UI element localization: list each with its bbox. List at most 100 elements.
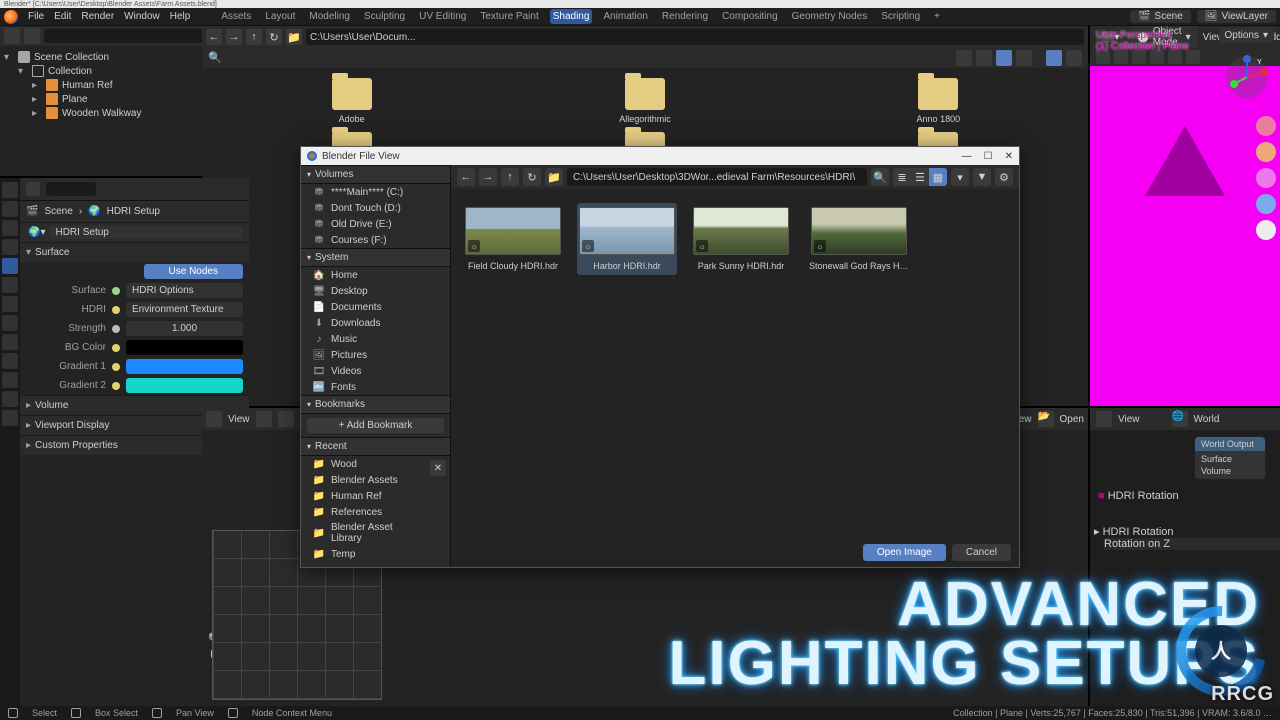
tab-geonodes[interactable]: Geometry Nodes: [789, 9, 871, 24]
ptab-render-icon[interactable]: [2, 182, 18, 198]
property-value[interactable]: HDRI Options: [126, 283, 243, 298]
outliner-search[interactable]: [44, 29, 225, 43]
viewlayer-selector[interactable]: 🖼 ViewLayer: [1197, 10, 1276, 23]
driver-sub[interactable]: Rotation on Z: [1104, 538, 1280, 550]
socket-dot-icon[interactable]: [112, 344, 120, 352]
editor-type-icon[interactable]: [1096, 411, 1112, 427]
sidebar-item[interactable]: 📁References: [301, 504, 426, 520]
tab-texpaint[interactable]: Texture Paint: [477, 9, 541, 24]
tab-compositing[interactable]: Compositing: [719, 9, 781, 24]
filter-icon[interactable]: [1046, 50, 1062, 66]
ptab-modifier-icon[interactable]: [2, 296, 18, 312]
dialog-titlebar[interactable]: Blender File View — ☐ ✕: [301, 147, 1019, 165]
panel-viewport-display[interactable]: Viewport Display: [35, 420, 109, 431]
crumb-scene[interactable]: Scene: [44, 206, 72, 217]
outliner-scene[interactable]: Scene Collection: [34, 52, 109, 63]
ptab-scene-icon[interactable]: [2, 239, 18, 255]
tab-rendering[interactable]: Rendering: [659, 9, 711, 24]
sort-icon[interactable]: [1016, 50, 1032, 66]
world-data-icon[interactable]: 🌍▾: [28, 227, 45, 238]
viewport-canvas[interactable]: [1090, 66, 1280, 406]
ptab-particles-icon[interactable]: [2, 315, 18, 331]
vp-zoom-icon[interactable]: [1256, 116, 1276, 136]
vp-ndof-icon[interactable]: [1256, 220, 1276, 240]
tab-assets[interactable]: Assets: [218, 9, 254, 24]
close-icon[interactable]: ✕: [1005, 151, 1013, 162]
node-socket[interactable]: Surface: [1201, 454, 1259, 464]
socket-dot-icon[interactable]: [112, 382, 120, 390]
drv-key-icon[interactable]: [278, 411, 294, 427]
settings-icon[interactable]: [1066, 50, 1082, 66]
vp-camera-icon[interactable]: [1256, 168, 1276, 188]
panel-volume[interactable]: Volume: [35, 400, 68, 411]
sidebar-item[interactable]: 🔤Fonts: [301, 379, 450, 395]
folder-item[interactable]: Anno 1800: [795, 78, 1082, 124]
tool-scale-icon[interactable]: [1168, 50, 1182, 64]
outliner-item[interactable]: Wooden Walkway: [62, 108, 141, 119]
nav-refresh-icon[interactable]: ↻: [266, 29, 282, 45]
tool-select-icon[interactable]: [1114, 50, 1128, 64]
file-item[interactable]: ☼Harbor HDRI.hdr: [577, 203, 677, 275]
panel-surface[interactable]: Surface: [35, 247, 69, 258]
cancel-button[interactable]: Cancel: [952, 544, 1011, 561]
view-list-icon[interactable]: ≣: [893, 168, 911, 186]
menu-render[interactable]: Render: [81, 11, 114, 22]
panel-custom-props[interactable]: Custom Properties: [35, 440, 118, 451]
world-name[interactable]: HDRI Setup: [49, 226, 243, 239]
use-nodes-button[interactable]: Use Nodes: [144, 264, 244, 279]
node-editor[interactable]: View 🌐 World ■ HDRI Rotation ▸ HDRI Rota…: [1090, 408, 1280, 706]
sidebar-item[interactable]: ⛃****Main**** (C:): [301, 184, 450, 200]
vp-pan-icon[interactable]: [1256, 142, 1276, 162]
folder-item[interactable]: Adobe: [208, 78, 495, 124]
dialog-path-input[interactable]: [567, 168, 867, 186]
file-item[interactable]: ☼Field Cloudy HDRI.hdr: [463, 207, 563, 271]
editor-type-icon[interactable]: [206, 411, 222, 427]
drv-view[interactable]: View: [228, 414, 250, 425]
output-node[interactable]: World Output Surface Volume: [1194, 436, 1266, 480]
section-system[interactable]: ▾System: [301, 248, 450, 267]
tab-scripting[interactable]: Scripting: [878, 9, 923, 24]
sidebar-item[interactable]: 🖼Pictures: [301, 347, 450, 363]
sidebar-item[interactable]: ⬇Downloads: [301, 315, 450, 331]
outliner-item[interactable]: Plane: [62, 94, 88, 105]
outliner-mode-icon[interactable]: [24, 28, 40, 44]
driver-row[interactable]: ▸ HDRI Rotation: [1094, 525, 1280, 538]
drv-ch-icon[interactable]: [256, 411, 272, 427]
tab-modeling[interactable]: Modeling: [306, 9, 353, 24]
menu-edit[interactable]: Edit: [54, 11, 71, 22]
sidebar-item[interactable]: 📁Temp: [301, 546, 426, 562]
view-grid-icon[interactable]: [976, 50, 992, 66]
display-opts-icon[interactable]: ⚙: [995, 168, 1013, 186]
folder-item[interactable]: Allegorithmic: [501, 78, 788, 124]
ne-world-icon[interactable]: 🌐: [1172, 411, 1188, 427]
tool-cursor-icon[interactable]: [1096, 50, 1110, 64]
clear-recent-icon[interactable]: ✕: [430, 460, 446, 476]
search-icon[interactable]: 🔍: [208, 51, 222, 65]
sidebar-item[interactable]: ⛃Courses (F:): [301, 232, 450, 248]
sidebar-item[interactable]: ♪Music: [301, 331, 450, 347]
minimize-icon[interactable]: —: [962, 151, 972, 162]
node-socket[interactable]: Volume: [1201, 466, 1259, 476]
view-list-icon[interactable]: [956, 50, 972, 66]
color-swatch[interactable]: [126, 378, 243, 393]
tool-move-icon[interactable]: [1132, 50, 1146, 64]
socket-dot-icon[interactable]: [112, 325, 120, 333]
ptab-world-icon[interactable]: [2, 258, 18, 274]
maximize-icon[interactable]: ☐: [984, 151, 993, 162]
new-folder-icon[interactable]: 📁: [545, 168, 563, 186]
search-icon[interactable]: 🔍: [871, 168, 889, 186]
file-item[interactable]: ☼Stonewall God Rays HDRI....: [809, 207, 909, 271]
ptab-constraints-icon[interactable]: [2, 353, 18, 369]
driver-row[interactable]: ■ HDRI Rotation: [1098, 490, 1278, 502]
ne-menu-view[interactable]: View: [1118, 414, 1140, 425]
socket-dot-icon[interactable]: [112, 363, 120, 371]
nav-refresh-icon[interactable]: ↻: [523, 168, 541, 186]
props-type-icon[interactable]: [26, 182, 40, 196]
sidebar-item[interactable]: 📁Human Ref: [301, 488, 426, 504]
nav-fwd-icon[interactable]: →: [479, 168, 497, 186]
tab-add[interactable]: +: [931, 9, 943, 24]
outliner-collection[interactable]: Collection: [48, 66, 92, 77]
sidebar-item[interactable]: ⛃Old Drive (E:): [301, 216, 450, 232]
view-col-icon[interactable]: ☰: [911, 168, 929, 186]
viewport-options-button[interactable]: Options ▾: [1219, 28, 1275, 43]
